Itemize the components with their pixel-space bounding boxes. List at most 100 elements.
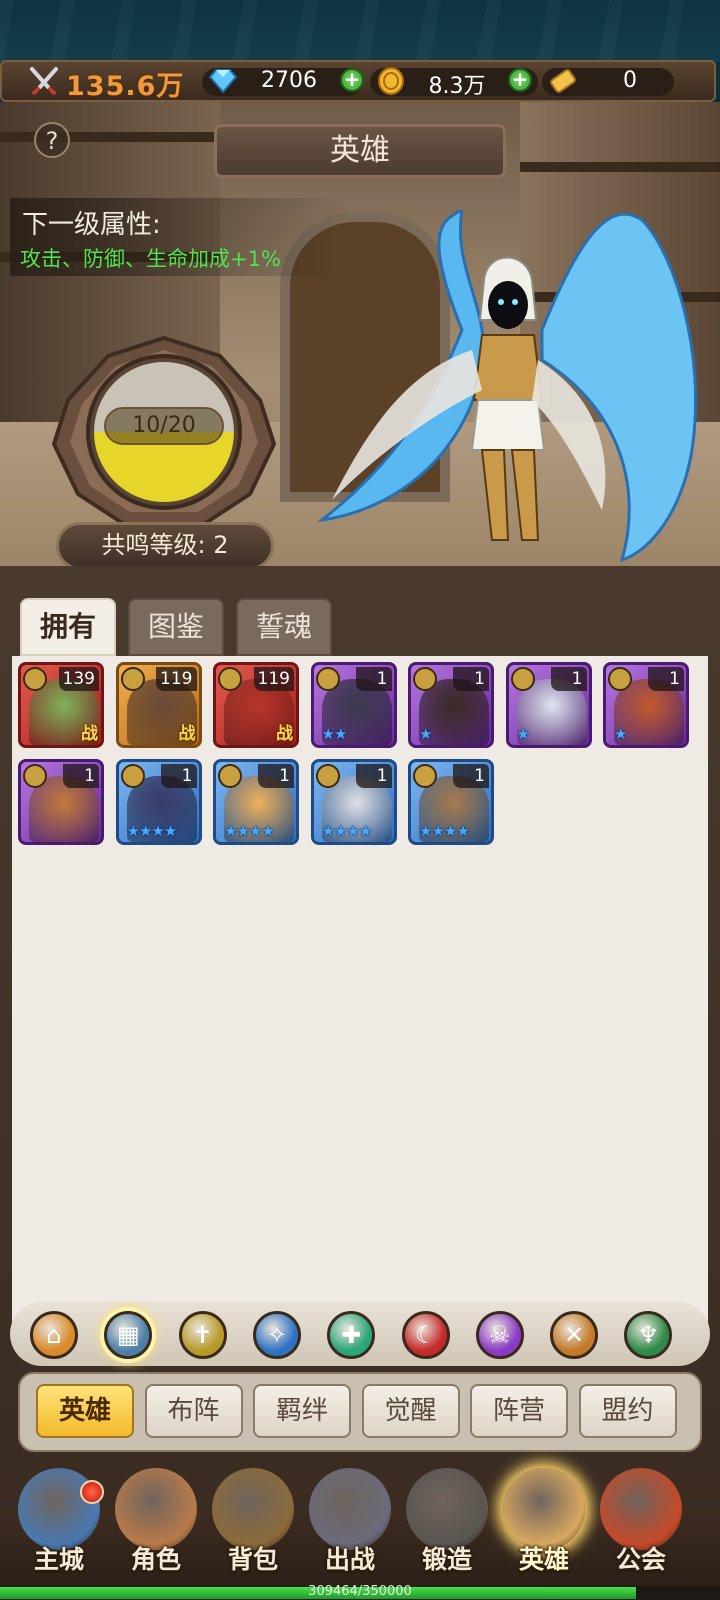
ticket-count: 0 xyxy=(623,68,637,93)
notification-badge xyxy=(80,1480,104,1504)
hero-level: 1 xyxy=(355,764,392,788)
nav-anvil[interactable]: 锻造 xyxy=(400,1462,494,1586)
crossed-swords-icon xyxy=(30,67,58,95)
shield-class-icon xyxy=(413,764,437,788)
page-title: 英雄 xyxy=(214,124,506,178)
help-button[interactable]: ? xyxy=(34,122,70,158)
hero-stars: ★ xyxy=(419,725,432,743)
filter-grid-button[interactable]: ▦ xyxy=(104,1311,153,1359)
gold-coin-icon xyxy=(378,67,404,95)
skull-class-icon xyxy=(315,764,340,788)
hero-level: 1 xyxy=(63,764,99,788)
subtab-faction[interactable]: 阵营 xyxy=(470,1384,568,1438)
filter-axe-icon: ✕ xyxy=(564,1321,585,1349)
filter-healer-icon: ✚ xyxy=(341,1321,362,1349)
tab-codex[interactable]: 图鉴 xyxy=(128,598,224,656)
nav-crossed-swords[interactable]: 出战 xyxy=(303,1462,397,1586)
filter-skull-button[interactable]: ☠ xyxy=(475,1311,524,1359)
claw-class-icon xyxy=(315,667,340,691)
hero-stars: ★ xyxy=(614,725,627,743)
hero-level: 1 xyxy=(648,667,684,691)
exp-text: 309464/350000 xyxy=(308,1584,412,1599)
hero-level: 119 xyxy=(156,667,197,691)
healer-class-icon xyxy=(413,667,437,691)
character-icon xyxy=(115,1468,197,1550)
axe-class-icon xyxy=(23,764,47,788)
in-battle-tag: 战 xyxy=(81,724,98,744)
hero-level: 1 xyxy=(453,764,489,788)
hero-level: 1 xyxy=(160,764,197,788)
hero-stars: ★★★★ xyxy=(321,822,373,840)
filter-demon-button[interactable]: ♆ xyxy=(624,1311,673,1359)
gold-count: 8.3万 xyxy=(428,74,486,99)
add-gold-button[interactable]: + xyxy=(508,68,532,92)
staff-class-icon xyxy=(218,764,242,788)
hero-card[interactable]: 1 ★★★★ xyxy=(310,759,397,845)
filter-healer-button[interactable]: ✚ xyxy=(327,1311,376,1359)
resonance-level: 共鸣等级: 2 xyxy=(56,522,274,570)
staff-class-icon xyxy=(510,667,535,691)
filter-all-button[interactable]: ⌂ xyxy=(30,1311,78,1359)
hero-card[interactable]: 1 ★★★★ xyxy=(115,759,202,845)
nav-backpack[interactable]: 背包 xyxy=(206,1462,300,1586)
hero-card[interactable]: 1 ★ xyxy=(603,662,689,748)
top-decor-band xyxy=(0,0,720,62)
subtab-hero[interactable]: 英雄 xyxy=(36,1384,134,1438)
hero-card[interactable]: 1 ★ xyxy=(408,662,494,748)
next-level-attr-bonus: 攻击、防御、生命加成+1% xyxy=(20,247,281,271)
hero-stars: ★★★★ xyxy=(419,822,470,840)
nav-label: 英雄 xyxy=(518,1545,569,1574)
filter-demon-icon: ♆ xyxy=(637,1321,660,1349)
add-diamonds-button[interactable]: + xyxy=(340,68,364,92)
tab-oath-soul[interactable]: 誓魂 xyxy=(236,598,332,656)
filter-staff-icon: ✧ xyxy=(266,1321,287,1349)
hero-grid-area xyxy=(12,656,708,1330)
filter-shield-button[interactable]: ✝ xyxy=(178,1311,227,1359)
subtab-awaken[interactable]: 觉醒 xyxy=(361,1384,460,1438)
hero-level: 139 xyxy=(58,667,99,691)
nav-label: 锻造 xyxy=(421,1545,472,1574)
nav-guild-banner[interactable]: 公会 xyxy=(594,1462,688,1586)
shield-class-icon xyxy=(608,667,632,691)
in-battle-tag: 战 xyxy=(276,724,293,744)
hero-level: 119 xyxy=(253,667,294,691)
filter-all-icon: ⌂ xyxy=(46,1321,62,1349)
hero-card[interactable]: 119 战 xyxy=(115,662,202,748)
hero-card[interactable]: 1 ★★★★ xyxy=(213,759,299,845)
hero-card[interactable]: 1 ★★ xyxy=(310,662,397,748)
fist-icon xyxy=(503,1468,585,1550)
hero-card[interactable]: 139 战 xyxy=(18,662,104,748)
hero-card[interactable]: 1 ★ xyxy=(505,662,592,748)
hero-level: 1 xyxy=(355,667,392,691)
claw-class-icon xyxy=(218,667,242,691)
diamond-icon xyxy=(208,69,238,94)
hero-level: 1 xyxy=(258,764,294,788)
nav-label: 主城 xyxy=(33,1545,84,1574)
axe-class-icon xyxy=(120,764,145,788)
hero-card[interactable]: 119 战 xyxy=(213,662,299,748)
subtab-formation[interactable]: 布阵 xyxy=(144,1384,243,1438)
filter-shield-icon: ✝ xyxy=(192,1321,213,1349)
filter-grid-icon: ▦ xyxy=(116,1321,140,1349)
hero-stars: ★★★★ xyxy=(126,822,178,840)
nav-label: 出战 xyxy=(324,1545,375,1574)
hero-stars: ★★ xyxy=(321,725,348,743)
guild-banner-icon xyxy=(600,1468,682,1550)
tab-owned[interactable]: 拥有 xyxy=(20,598,116,656)
combat-power-value: 135.6万 xyxy=(66,71,185,102)
nav-character[interactable]: 角色 xyxy=(109,1462,203,1586)
hero-card[interactable]: 1 ★★★★ xyxy=(408,759,494,845)
angel-hero-portrait xyxy=(316,210,698,563)
hero-card[interactable]: 1 xyxy=(18,759,104,845)
filter-staff-button[interactable]: ✧ xyxy=(252,1311,301,1359)
backpack-icon xyxy=(212,1468,294,1550)
anvil-icon xyxy=(406,1468,488,1550)
filter-axe-button[interactable]: ✕ xyxy=(550,1311,599,1359)
resonance-progress: 10/20 xyxy=(104,407,224,445)
filter-claw-button[interactable]: ☾ xyxy=(401,1311,450,1359)
subtab-bond[interactable]: 羁绊 xyxy=(253,1384,351,1438)
subtab-alliance[interactable]: 盟约 xyxy=(578,1384,677,1438)
nav-label: 背包 xyxy=(227,1545,278,1574)
next-level-attr-title: 下一级属性: xyxy=(22,210,161,240)
nav-fist[interactable]: 英雄 xyxy=(497,1462,591,1586)
